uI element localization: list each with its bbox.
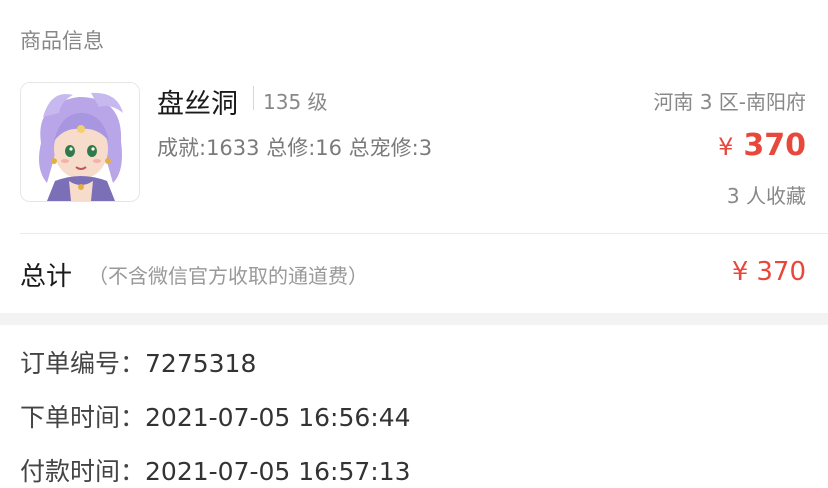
order-number-label: 订单编号：: [20, 349, 146, 378]
order-paid-row: 付款时间：2021-07-05 16:57:13: [20, 452, 411, 488]
product-stats: 成就:1633 总修:16 总宠修:3: [157, 136, 433, 160]
total-note: （不含微信官方收取的通道费）: [88, 264, 368, 288]
order-placed-value: 2021-07-05 16:56:44: [145, 403, 411, 432]
section-separator: [0, 313, 828, 325]
total-label: 总计: [20, 262, 73, 292]
total-value: 370: [756, 257, 806, 287]
row-divider: [20, 233, 828, 234]
name-divider: [253, 86, 254, 110]
section-title: 商品信息: [20, 29, 104, 53]
favorite-count: 3 人收藏: [726, 184, 806, 208]
order-placed-label: 下单时间：: [20, 403, 146, 432]
product-thumbnail[interactable]: [20, 82, 140, 202]
price-currency: ¥: [718, 133, 734, 161]
character-portrait-icon: [21, 83, 139, 201]
order-number-row: 订单编号：7275318: [20, 344, 256, 380]
product-name[interactable]: 盘丝洞: [157, 82, 238, 121]
product-level: 135 级: [263, 90, 328, 114]
order-number-value: 7275318: [145, 349, 257, 378]
product-server: 河南 3 区-南阳府: [653, 90, 806, 114]
product-price: ¥370: [718, 128, 806, 163]
order-paid-value: 2021-07-05 16:57:13: [145, 457, 411, 486]
total-currency: ¥: [731, 257, 749, 287]
product-card[interactable]: 盘丝洞 135 级 成就:1633 总修:16 总宠修:3 河南 3 区-南阳府…: [0, 70, 828, 220]
order-paid-label: 付款时间：: [20, 457, 146, 486]
order-placed-row: 下单时间：2021-07-05 16:56:44: [20, 398, 411, 434]
total-amount: ¥370: [732, 257, 806, 287]
price-value: 370: [743, 128, 806, 163]
